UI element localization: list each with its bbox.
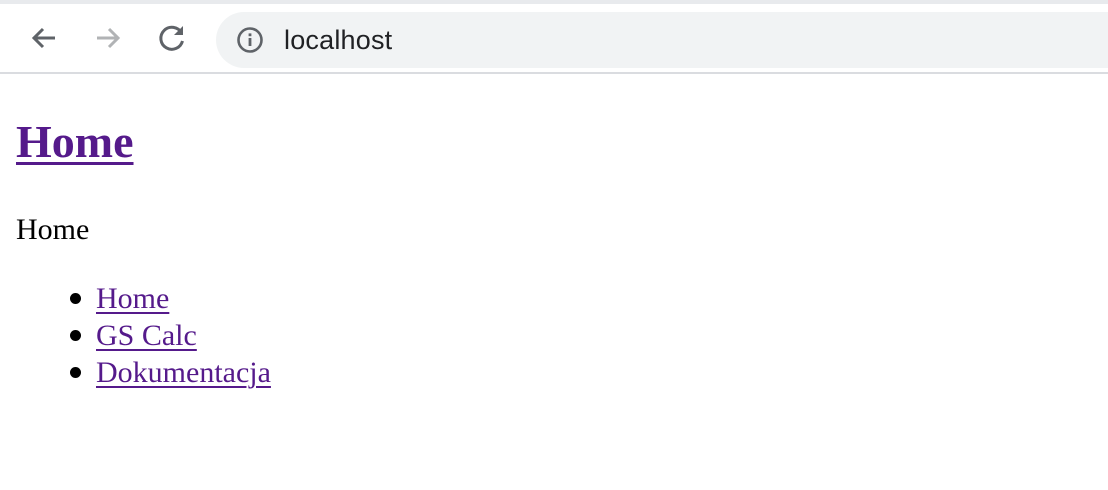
info-icon[interactable] xyxy=(236,26,264,54)
reload-icon xyxy=(159,25,184,51)
nav-link-home[interactable]: Home xyxy=(96,282,169,315)
nav-link-gs-calc[interactable]: GS Calc xyxy=(96,319,197,352)
nav-list-item: Dokumentacja xyxy=(70,354,271,391)
nav-list-item: Home xyxy=(70,280,271,317)
nav-link-dokumentacja[interactable]: Dokumentacja xyxy=(96,356,271,389)
page-text: Home xyxy=(16,213,90,246)
arrow-left-icon xyxy=(31,27,55,49)
bullet-icon xyxy=(70,293,81,304)
arrow-right-icon xyxy=(97,27,121,49)
nav-list-item: GS Calc xyxy=(70,317,271,354)
bullet-icon xyxy=(70,330,81,341)
url-text[interactable]: localhost xyxy=(284,12,392,68)
forward-button[interactable] xyxy=(88,18,128,58)
nav-list: Home GS Calc Dokumentacja xyxy=(16,280,271,391)
address-bar[interactable]: localhost xyxy=(216,12,1108,68)
reload-button[interactable] xyxy=(152,18,192,58)
page-title-link[interactable]: Home xyxy=(16,116,134,167)
page-title: Home xyxy=(16,114,134,170)
browser-toolbar: localhost xyxy=(0,0,1108,74)
bullet-icon xyxy=(70,367,81,378)
back-button[interactable] xyxy=(24,18,64,58)
page-content: Home Home Home GS Calc Dokumentacja xyxy=(0,74,1108,490)
